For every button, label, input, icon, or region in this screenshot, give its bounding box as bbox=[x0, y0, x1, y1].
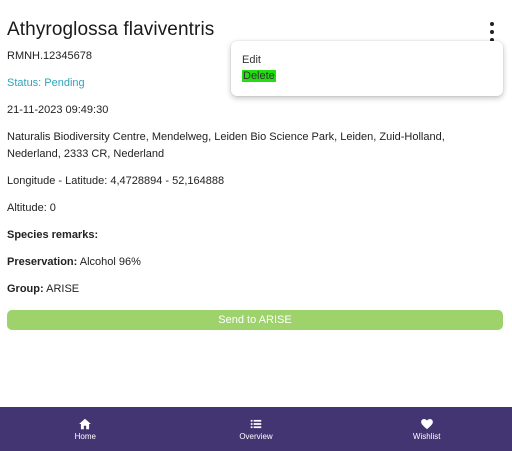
nav-item-label: Overview bbox=[239, 432, 273, 441]
preservation-value: Alcohol 96% bbox=[79, 256, 141, 268]
group-value: ARISE bbox=[46, 283, 80, 295]
menu-item-delete[interactable]: Delete bbox=[242, 70, 276, 83]
altitude: Altitude: 0 bbox=[7, 202, 56, 214]
address-line-2: Nederland, 2333 CR, Nederland bbox=[7, 148, 165, 160]
nav-item-wishlist[interactable]: Wishlist bbox=[341, 407, 512, 451]
menu-item-edit[interactable]: Edit bbox=[242, 54, 261, 67]
menu-item-delete-label: Delete bbox=[242, 70, 276, 82]
heart-icon bbox=[420, 419, 433, 430]
nav-item-overview[interactable]: Overview bbox=[171, 407, 342, 451]
specimen-detail-page: Athyroglossa flaviventris RMNH.12345678 … bbox=[0, 0, 512, 451]
preservation-row: Preservation: Alcohol 96% bbox=[7, 254, 141, 270]
nav-item-label: Home bbox=[74, 432, 96, 441]
coordinates: Longitude - Latitude: 4,4728894 - 52,164… bbox=[7, 175, 225, 187]
page-title: Athyroglossa flaviventris bbox=[7, 19, 215, 40]
preservation-label: Preservation: bbox=[7, 256, 78, 268]
bottom-navigation: Home Overview Wishlist bbox=[0, 407, 512, 451]
status-text: Status: Pending bbox=[7, 77, 85, 89]
nav-item-home[interactable]: Home bbox=[0, 407, 171, 451]
nav-item-label: Wishlist bbox=[412, 432, 441, 441]
more-vertical-icon[interactable] bbox=[484, 22, 500, 42]
address-line-1: Naturalis Biodiversity Centre, Mendelweg… bbox=[7, 131, 445, 143]
registration-number: RMNH.12345678 bbox=[7, 50, 92, 62]
group-label: Group: bbox=[7, 283, 44, 295]
species-remarks-label: Species remarks: bbox=[7, 229, 99, 241]
options-menu: Edit Delete bbox=[231, 41, 503, 96]
home-icon bbox=[79, 418, 92, 430]
datetime: 21-11-2023 09:49:30 bbox=[7, 104, 109, 116]
list-icon bbox=[250, 419, 262, 429]
group-row: Group: ARISE bbox=[7, 281, 79, 297]
send-to-arise-button[interactable]: Send to ARISE bbox=[7, 310, 503, 330]
